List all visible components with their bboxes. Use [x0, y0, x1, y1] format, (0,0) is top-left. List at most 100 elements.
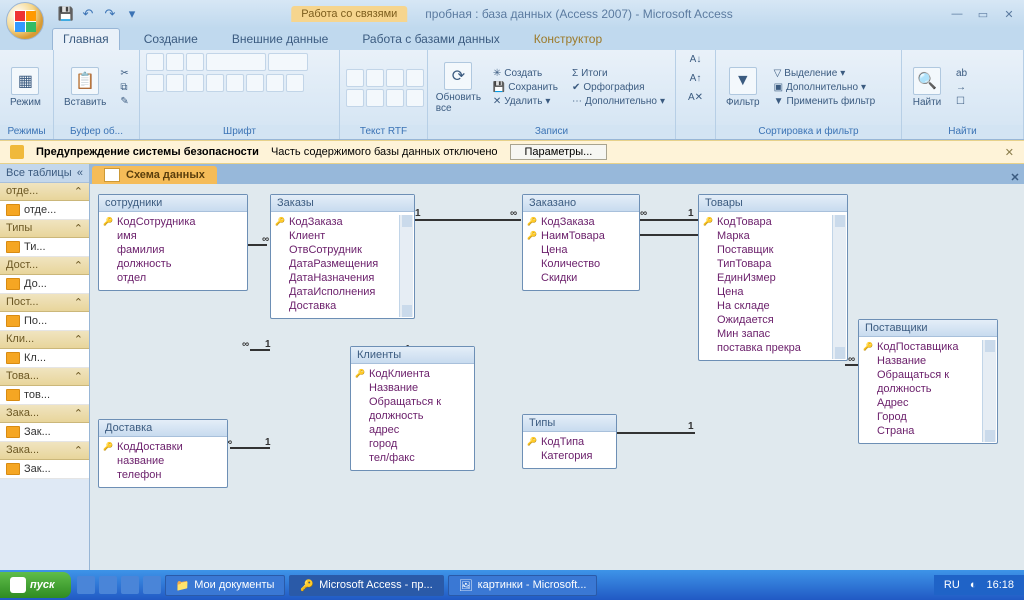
- table-tipy[interactable]: Типы КодТипаКатегория: [522, 414, 617, 469]
- table-dostavka[interactable]: ДоставкаКодДоставкиназваниетелефон: [98, 419, 228, 488]
- field[interactable]: ДатаРазмещения: [279, 257, 406, 271]
- field[interactable]: тел/факс: [359, 451, 466, 465]
- selection-button[interactable]: ▽ Выделение ▾: [770, 67, 880, 80]
- refresh-button[interactable]: ⟳Обновить все: [434, 60, 483, 116]
- table-postavshiki[interactable]: Поставщики КодПоставщикаНазваниеОбращатьс…: [858, 319, 998, 444]
- tab-external[interactable]: Внешние данные: [222, 29, 339, 50]
- nav-group-header[interactable]: Пост...⌃: [0, 294, 89, 312]
- italic-icon[interactable]: [166, 53, 184, 71]
- field[interactable]: На складе: [707, 299, 839, 313]
- totals-button[interactable]: Σ Итоги: [568, 67, 669, 80]
- table-header[interactable]: Типы: [523, 415, 616, 432]
- nav-table-item[interactable]: До...: [0, 275, 89, 294]
- system-tray[interactable]: RU ◐ 16:18: [934, 575, 1024, 595]
- delete-record-button[interactable]: ✕ Удалить ▾: [489, 95, 562, 108]
- toggle-filter-button[interactable]: ▼ Применить фильтр: [770, 95, 880, 108]
- spelling-button[interactable]: ✔ Орфография: [568, 81, 669, 94]
- tray-icon[interactable]: ◐: [970, 579, 977, 591]
- field[interactable]: имя: [107, 229, 239, 243]
- security-options-button[interactable]: Параметры...: [510, 144, 608, 160]
- field[interactable]: Клиент: [279, 229, 406, 243]
- new-record-button[interactable]: ✳ Создать: [489, 67, 562, 80]
- field[interactable]: Поставщик: [707, 243, 839, 257]
- advanced-filter-button[interactable]: ▣ Дополнительно ▾: [770, 81, 880, 94]
- nav-header[interactable]: Все таблицы«: [0, 164, 89, 183]
- nav-table-item[interactable]: По...: [0, 312, 89, 331]
- field[interactable]: Название: [867, 354, 989, 368]
- tab-home[interactable]: Главная: [52, 28, 120, 50]
- field[interactable]: ОтвСотрудник: [279, 243, 406, 257]
- underline-icon[interactable]: [186, 53, 204, 71]
- table-zakazano[interactable]: ЗаказаноКодЗаказаНаимТовараЦенаКоличеств…: [522, 194, 640, 291]
- start-button[interactable]: пуск: [0, 572, 71, 598]
- minimize-button[interactable]: ―: [948, 7, 966, 21]
- nav-group-header[interactable]: Кли...⌃: [0, 331, 89, 349]
- close-button[interactable]: ✕: [1000, 7, 1018, 21]
- paste-button[interactable]: 📋Вставить: [60, 65, 110, 110]
- nav-table-item[interactable]: Зак...: [0, 423, 89, 442]
- field[interactable]: адрес: [359, 423, 466, 437]
- field[interactable]: ТипТовара: [707, 257, 839, 271]
- table-header[interactable]: Поставщики: [859, 320, 997, 337]
- field[interactable]: Категория: [531, 449, 608, 463]
- table-sotrudniki[interactable]: сотрудникиКодСотрудникаимяфамилиядолжнос…: [98, 194, 248, 291]
- field[interactable]: Количество: [531, 257, 631, 271]
- maximize-button[interactable]: ▭: [974, 7, 992, 21]
- field[interactable]: Цена: [707, 285, 839, 299]
- copy-icon[interactable]: ⧉: [116, 81, 132, 94]
- field[interactable]: отдел: [107, 271, 239, 285]
- field[interactable]: Обращаться к: [359, 395, 466, 409]
- cut-icon[interactable]: ✂: [116, 67, 132, 80]
- tab-create[interactable]: Создание: [134, 29, 208, 50]
- field[interactable]: КодПоставщика: [867, 340, 989, 354]
- field[interactable]: Адрес: [867, 396, 989, 410]
- nav-group-header[interactable]: отде...⌃: [0, 183, 89, 201]
- more-button[interactable]: ⋯ Дополнительно ▾: [568, 95, 669, 108]
- field[interactable]: ЕдинИзмер: [707, 271, 839, 285]
- field[interactable]: КодТипа: [531, 435, 608, 449]
- nav-table-item[interactable]: отде...: [0, 201, 89, 220]
- find-button[interactable]: 🔍Найти: [908, 65, 946, 110]
- save-record-button[interactable]: 💾 Сохранить: [489, 81, 562, 94]
- field[interactable]: должность: [867, 382, 989, 396]
- field[interactable]: Скидки: [531, 271, 631, 285]
- office-button[interactable]: [6, 2, 44, 40]
- tray-lang[interactable]: RU: [944, 579, 960, 591]
- field[interactable]: ДатаНазначения: [279, 271, 406, 285]
- table-header[interactable]: Клиенты: [351, 347, 474, 364]
- qat-dropdown-icon[interactable]: ▾: [124, 6, 140, 22]
- select-icon[interactable]: ☐: [952, 95, 971, 108]
- nav-table-item[interactable]: Зак...: [0, 460, 89, 479]
- nav-group-header[interactable]: Зака...⌃: [0, 405, 89, 423]
- field[interactable]: поставка прекра: [707, 341, 839, 355]
- tab-dbtools[interactable]: Работа с базами данных: [352, 29, 509, 50]
- filter-button[interactable]: ▼Фильтр: [722, 65, 764, 110]
- nav-group-header[interactable]: Типы⌃: [0, 220, 89, 238]
- nav-group-header[interactable]: Зака...⌃: [0, 442, 89, 460]
- table-header[interactable]: Товары: [699, 195, 847, 212]
- task-item[interactable]: 🖼 картинки - Microsoft...: [448, 575, 598, 596]
- field[interactable]: должность: [359, 409, 466, 423]
- field[interactable]: ДатаИсполнения: [279, 285, 406, 299]
- tab-constructor[interactable]: Конструктор: [524, 29, 612, 50]
- field[interactable]: Название: [359, 381, 466, 395]
- field[interactable]: Ожидается: [707, 313, 839, 327]
- save-icon[interactable]: 💾: [58, 6, 74, 22]
- nav-table-item[interactable]: тов...: [0, 386, 89, 405]
- view-button[interactable]: ▦Режим: [6, 65, 45, 110]
- collapse-nav-icon[interactable]: «: [77, 167, 83, 179]
- replace-icon[interactable]: ab: [952, 67, 971, 80]
- field[interactable]: КодДоставки: [107, 440, 219, 454]
- doc-tab-schema[interactable]: Схема данных: [92, 166, 217, 184]
- brush-icon[interactable]: ✎: [116, 95, 132, 108]
- table-header[interactable]: Заказано: [523, 195, 639, 212]
- field[interactable]: Город: [867, 410, 989, 424]
- field[interactable]: фамилия: [107, 243, 239, 257]
- field[interactable]: город: [359, 437, 466, 451]
- table-header[interactable]: Доставка: [99, 420, 227, 437]
- task-item[interactable]: 🔑 Microsoft Access - пр...: [289, 575, 443, 596]
- undo-icon[interactable]: ↶: [80, 6, 96, 22]
- sort-desc-icon[interactable]: A↑: [686, 72, 706, 85]
- field[interactable]: НаимТовара: [531, 229, 631, 243]
- field[interactable]: Обращаться к: [867, 368, 989, 382]
